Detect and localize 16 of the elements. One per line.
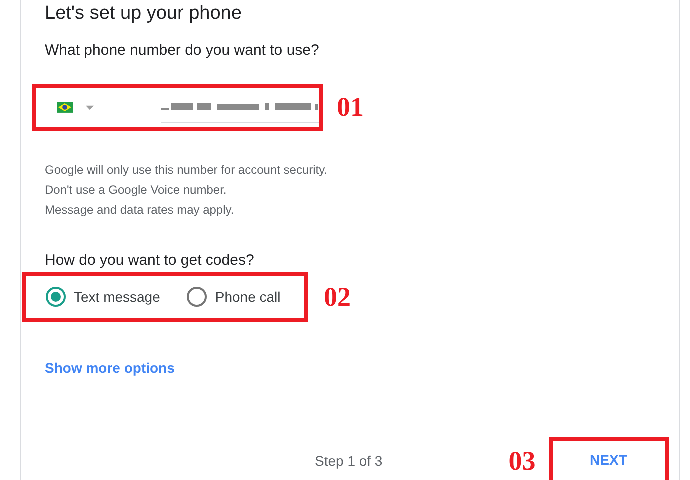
annotation-number: 03	[508, 446, 536, 476]
annotation-number: 01	[337, 92, 364, 123]
radio-option[interactable]: Text message	[46, 287, 160, 307]
next-button[interactable]: NEXT	[548, 437, 669, 480]
caret-icon[interactable]	[86, 104, 94, 110]
phone-question: What phone number do you want to use?	[45, 41, 320, 61]
step-indicator: Step 1 of 3	[315, 453, 383, 469]
helper-text: Google will only use this number for account security.	[45, 162, 329, 179]
helper-text: Don't use a Google Voice number.	[45, 182, 228, 199]
page-title: Let's set up your phone	[45, 2, 243, 26]
annotation-number: 02	[324, 282, 351, 312]
helper-text: Message and data rates may apply.	[45, 202, 236, 219]
codes-question: How do you want to get codes?	[45, 251, 256, 271]
show-more-link[interactable]: Show more options	[45, 358, 175, 378]
flag-icon	[57, 100, 73, 115]
radio-option[interactable]: Phone call	[187, 287, 281, 307]
